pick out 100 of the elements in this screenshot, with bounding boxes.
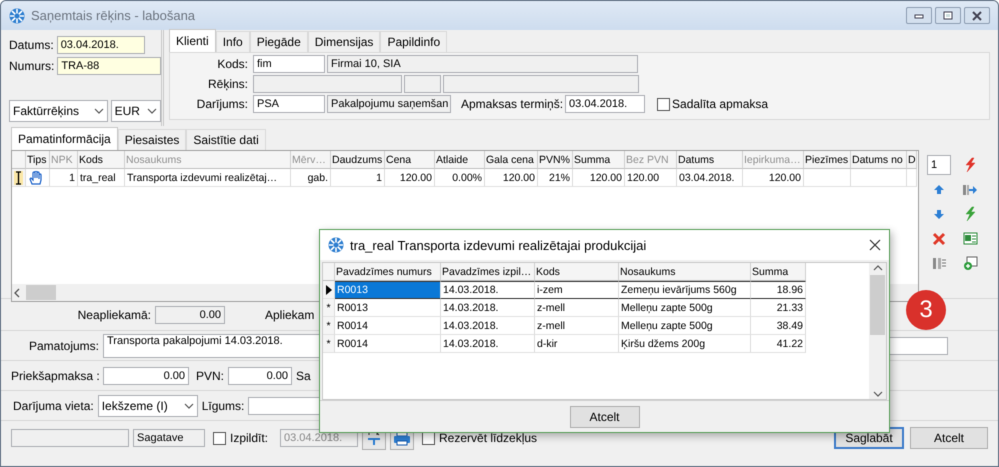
add-report-icon[interactable]	[962, 256, 978, 271]
input-field[interactable]	[253, 75, 402, 93]
checkbox[interactable]	[657, 98, 670, 110]
column-header[interactable]: Tips	[26, 151, 50, 169]
checkbox[interactable]	[213, 432, 226, 444]
dropdown[interactable]: EUR	[110, 100, 161, 122]
table-cell[interactable]: Melleņu zapte 500g	[619, 299, 751, 317]
import-icon[interactable]	[962, 182, 978, 197]
table-cell[interactable]: 41.22	[751, 335, 806, 353]
field-label: Neapliekamā:	[76, 308, 151, 322]
column-header[interactable]: Kods	[535, 263, 619, 281]
close-icon	[970, 9, 984, 22]
step-badge: 3	[906, 290, 946, 330]
column-header[interactable]: Datums	[677, 151, 743, 169]
field-label: Numurs:	[9, 59, 54, 73]
column-header[interactable]: Cena	[385, 151, 435, 169]
table-cell: 1	[50, 169, 78, 187]
cancel-button[interactable]: Atcelt	[570, 406, 640, 428]
tab[interactable]: Dimensijas	[308, 31, 380, 52]
table-cell[interactable]: d-kir	[535, 335, 619, 353]
table-cell[interactable]: R0014	[335, 335, 441, 353]
input-field[interactable]: Firmai 10, SIA	[327, 55, 638, 73]
column-header[interactable]: Daudzums	[331, 151, 385, 169]
column-header[interactable]: Summa	[573, 151, 625, 169]
amount-field[interactable]: 0.00	[155, 306, 225, 324]
table-cell[interactable]: Zemeņu ievārījums 560g	[619, 281, 751, 299]
dropdown[interactable]: Iekšzeme (I)	[98, 394, 198, 416]
amount-field[interactable]: 0.00	[228, 366, 292, 384]
app-globe-icon	[9, 8, 25, 24]
tab[interactable]: Klienti	[169, 29, 216, 52]
table-cell[interactable]: 14.03.2018.	[441, 299, 535, 317]
tab[interactable]: Piegāde	[250, 31, 308, 52]
column-header[interactable]: PVN%	[538, 151, 573, 169]
arrow-up-icon[interactable]	[932, 182, 946, 197]
cancel-button[interactable]: Atcelt	[910, 427, 988, 449]
column-header[interactable]: Gala cena	[485, 151, 538, 169]
table-cell[interactable]: 38.49	[751, 317, 806, 335]
minimize-button[interactable]	[906, 7, 932, 24]
table-cell[interactable]: 14.03.2018.	[441, 281, 535, 299]
input-field[interactable]: fim	[253, 55, 325, 73]
column-header[interactable]: D	[907, 151, 917, 169]
column-header[interactable]: Datums no	[851, 151, 907, 169]
date-field[interactable]: 03.04.2018.	[56, 36, 145, 54]
scrollbar-thumb[interactable]	[26, 285, 56, 300]
dialog-title: tra_real Transporta izdevumi realizētajai produkcijai	[350, 238, 648, 252]
table-cell[interactable]: z-mell	[535, 317, 619, 335]
field-label: Apliekam	[265, 308, 314, 322]
status-field[interactable]: Sagatave	[133, 429, 205, 447]
columns-icon[interactable]	[932, 256, 946, 271]
close-icon[interactable]	[869, 239, 881, 251]
table-cell[interactable]: i-zem	[535, 281, 619, 299]
table-cell: 120.00	[573, 169, 625, 187]
input-field[interactable]: PSA	[253, 95, 325, 113]
number-field[interactable]: TRA-88	[57, 57, 161, 75]
column-header[interactable]: Piezīmes	[804, 151, 851, 169]
input-field[interactable]	[443, 75, 639, 93]
input-field[interactable]	[404, 75, 441, 93]
dropdown[interactable]: Faktūrrēķins	[9, 100, 108, 122]
input-field[interactable]: Pakalpojumu saņemšan	[327, 95, 451, 113]
close-button[interactable]	[964, 7, 990, 24]
column-header[interactable]: Pavadzīmes numurs	[335, 263, 441, 281]
table-cell: 120.00	[385, 169, 435, 187]
input-field[interactable]	[11, 429, 129, 447]
tab[interactable]: Piesaistes	[118, 129, 186, 150]
table-cell[interactable]: 14.03.2018.	[441, 335, 535, 353]
delete-icon[interactable]	[932, 232, 946, 246]
table-cell[interactable]: z-mell	[535, 299, 619, 317]
tab[interactable]: Pamatinformācija	[11, 127, 118, 150]
field-label: Rezervēt līdzekļus	[439, 431, 538, 445]
column-header[interactable]: Nosaukums	[619, 263, 751, 281]
field-label: Rēķins:	[206, 77, 249, 91]
table-cell[interactable]: R0013	[335, 299, 441, 317]
table-cell	[804, 169, 851, 187]
scrollbar-thumb[interactable]	[870, 275, 885, 335]
counter-field[interactable]: 1	[927, 155, 951, 176]
field-label: Darījums:	[196, 97, 249, 111]
tab[interactable]: Saistītie dati	[186, 129, 266, 150]
table-cell[interactable]: 14.03.2018.	[441, 317, 535, 335]
table-cell: tra_real	[78, 169, 125, 187]
column-header[interactable]: Summa	[751, 263, 806, 281]
table-cell[interactable]: Melleņu zapte 500g	[619, 317, 751, 335]
arrow-down-icon[interactable]	[932, 207, 946, 222]
table-cell[interactable]: 18.96	[751, 281, 806, 299]
column-header[interactable]: Atlaide	[435, 151, 485, 169]
tab[interactable]: Info	[216, 31, 250, 52]
column-header[interactable]: Pavadzīmes izpil…	[441, 263, 535, 281]
table-cell[interactable]: R0014	[335, 317, 441, 335]
row-marker: *	[323, 299, 335, 317]
spreadsheet-icon[interactable]	[962, 231, 978, 246]
field-label: Pamatojums:	[28, 338, 99, 352]
maximize-button[interactable]	[935, 7, 961, 24]
table-cell[interactable]: 21.33	[751, 299, 806, 317]
chevron-down-icon	[872, 389, 882, 399]
column-header[interactable]: Kods	[78, 151, 125, 169]
table-cell[interactable]: Ķiršu džems 200g	[619, 335, 751, 353]
amount-field[interactable]: 0.00	[103, 366, 189, 384]
table-cell[interactable]: R0013	[335, 281, 441, 299]
tab[interactable]: Papildinfo	[380, 31, 448, 52]
date-field[interactable]: 03.04.2018.	[565, 95, 646, 113]
vertical-scrollbar[interactable]	[869, 263, 886, 399]
